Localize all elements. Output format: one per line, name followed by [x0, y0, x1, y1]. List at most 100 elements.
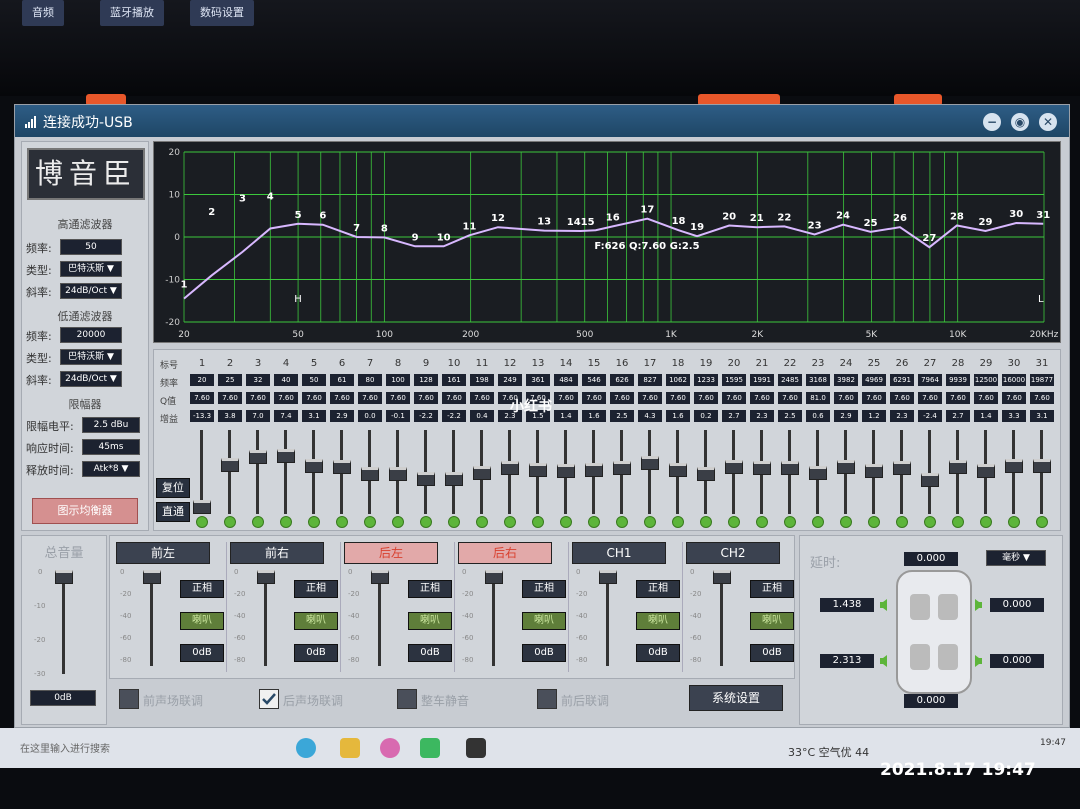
eq-band-enable-led[interactable]: [336, 516, 348, 528]
eq-band-q[interactable]: 7.60: [554, 392, 578, 404]
eq-band-q[interactable]: 7.60: [218, 392, 242, 404]
eq-band-slider[interactable]: [1005, 459, 1023, 473]
eq-band-enable-led[interactable]: [224, 516, 236, 528]
front-rear-link-checkbox[interactable]: [537, 689, 557, 709]
graph-point-label[interactable]: 28: [950, 212, 964, 223]
eq-band-q[interactable]: 7.60: [694, 392, 718, 404]
eq-band-enable-led[interactable]: [672, 516, 684, 528]
channel-gain-value[interactable]: 0dB: [522, 644, 566, 662]
graph-point-label[interactable]: 16: [606, 212, 620, 223]
eq-band-slider[interactable]: [669, 463, 687, 477]
eq-band-gain[interactable]: 1.4: [974, 410, 998, 422]
eq-band-q[interactable]: 7.60: [470, 392, 494, 404]
eq-band-freq[interactable]: 19877: [1030, 374, 1054, 386]
eq-band-gain[interactable]: 2.9: [834, 410, 858, 422]
eq-band-gain[interactable]: 2.3: [750, 410, 774, 422]
graph-point-label[interactable]: 2: [208, 207, 215, 218]
desktop-icon-bluetooth[interactable]: 蓝牙播放: [100, 0, 164, 26]
eq-band-gain[interactable]: 4.3: [638, 410, 662, 422]
channel-name-6[interactable]: CH2: [686, 542, 780, 564]
graph-point-label[interactable]: 26: [893, 213, 907, 224]
eq-band-slider[interactable]: [445, 472, 463, 486]
eq-band-slider[interactable]: [725, 460, 743, 474]
eq-band-gain[interactable]: 0.6: [806, 410, 830, 422]
channel-fader[interactable]: [485, 570, 503, 584]
eq-band-slider[interactable]: [781, 461, 799, 475]
channel-speaker-button[interactable]: 喇叭: [522, 612, 566, 630]
show-eq-button[interactable]: 图示均衡器: [32, 498, 138, 524]
eq-band-enable-led[interactable]: [532, 516, 544, 528]
eq-band-slider[interactable]: [893, 461, 911, 475]
eq-band-freq[interactable]: 484: [554, 374, 578, 386]
eq-band-enable-led[interactable]: [784, 516, 796, 528]
eq-band-enable-led[interactable]: [812, 516, 824, 528]
folder-icon[interactable]: [340, 738, 360, 758]
graph-point-label[interactable]: 10: [437, 232, 451, 243]
eq-band-freq[interactable]: 6291: [890, 374, 914, 386]
eq-band-slider[interactable]: [641, 456, 659, 470]
eq-band-enable-led[interactable]: [280, 516, 292, 528]
graph-point-label[interactable]: 24: [836, 211, 850, 222]
delay-top-value[interactable]: 0.000: [904, 552, 958, 566]
app-icon-green[interactable]: [420, 738, 440, 758]
eq-band-slider[interactable]: [753, 461, 771, 475]
eq-band-gain[interactable]: 3.1: [302, 410, 326, 422]
channel-phase-button[interactable]: 正相: [750, 580, 794, 598]
eq-band-slider[interactable]: [809, 466, 827, 480]
channel-fader[interactable]: [257, 570, 275, 584]
eq-band-enable-led[interactable]: [924, 516, 936, 528]
eq-band-gain[interactable]: 1.6: [666, 410, 690, 422]
eq-band-q[interactable]: 7.60: [330, 392, 354, 404]
eq-band-slider[interactable]: [193, 500, 211, 514]
eq-band-gain[interactable]: 2.7: [722, 410, 746, 422]
graph-point-label[interactable]: 13: [537, 217, 551, 228]
channel-fader[interactable]: [713, 570, 731, 584]
eq-band-gain[interactable]: 2.7: [946, 410, 970, 422]
eq-band-freq[interactable]: 198: [470, 374, 494, 386]
eq-band-gain[interactable]: 7.0: [246, 410, 270, 422]
eq-band-freq[interactable]: 3982: [834, 374, 858, 386]
eq-band-enable-led[interactable]: [868, 516, 880, 528]
eq-band-q[interactable]: 7.60: [190, 392, 214, 404]
eq-band-freq[interactable]: 80: [358, 374, 382, 386]
restore-button[interactable]: ◉: [1011, 113, 1029, 131]
eq-band-gain[interactable]: -2.2: [414, 410, 438, 422]
eq-band-slider[interactable]: [865, 464, 883, 478]
hpf-slope-select[interactable]: 24dB/Oct ▼: [60, 283, 122, 299]
channel-speaker-button[interactable]: 喇叭: [180, 612, 224, 630]
eq-band-enable-led[interactable]: [700, 516, 712, 528]
channel-name-3[interactable]: 后左: [344, 542, 438, 564]
graph-point-label[interactable]: 23: [808, 220, 822, 231]
graph-point-label[interactable]: 25: [864, 218, 878, 229]
eq-band-enable-led[interactable]: [728, 516, 740, 528]
channel-speaker-button[interactable]: 喇叭: [750, 612, 794, 630]
channel-phase-button[interactable]: 正相: [180, 580, 224, 598]
eq-band-q[interactable]: 7.60: [834, 392, 858, 404]
eq-band-freq[interactable]: 1991: [750, 374, 774, 386]
eq-band-enable-led[interactable]: [308, 516, 320, 528]
eq-band-enable-led[interactable]: [980, 516, 992, 528]
graph-point-label[interactable]: 4: [267, 192, 274, 203]
channel-gain-value[interactable]: 0dB: [408, 644, 452, 662]
eq-band-freq[interactable]: 25: [218, 374, 242, 386]
eq-band-slider[interactable]: [949, 460, 967, 474]
eq-band-slider[interactable]: [221, 458, 239, 472]
minimize-button[interactable]: −: [983, 113, 1001, 131]
eq-band-freq[interactable]: 1233: [694, 374, 718, 386]
eq-band-enable-led[interactable]: [420, 516, 432, 528]
eq-band-q[interactable]: 7.60: [890, 392, 914, 404]
close-button[interactable]: ✕: [1039, 113, 1057, 131]
eq-band-q[interactable]: 7.60: [302, 392, 326, 404]
delay-rear-right-value[interactable]: 0.000: [990, 654, 1044, 668]
eq-band-q[interactable]: 7.60: [918, 392, 942, 404]
desktop-icon-audio[interactable]: 音频: [22, 0, 64, 26]
eq-band-freq[interactable]: 40: [274, 374, 298, 386]
eq-band-freq[interactable]: 3168: [806, 374, 830, 386]
eq-band-slider[interactable]: [249, 450, 267, 464]
channel-name-2[interactable]: 前右: [230, 542, 324, 564]
eq-band-q[interactable]: 7.60: [778, 392, 802, 404]
eq-band-gain[interactable]: 2.9: [330, 410, 354, 422]
graph-point-label[interactable]: 21: [750, 213, 764, 224]
graph-point-label[interactable]: 3: [239, 193, 246, 204]
eq-band-q[interactable]: 7.60: [750, 392, 774, 404]
